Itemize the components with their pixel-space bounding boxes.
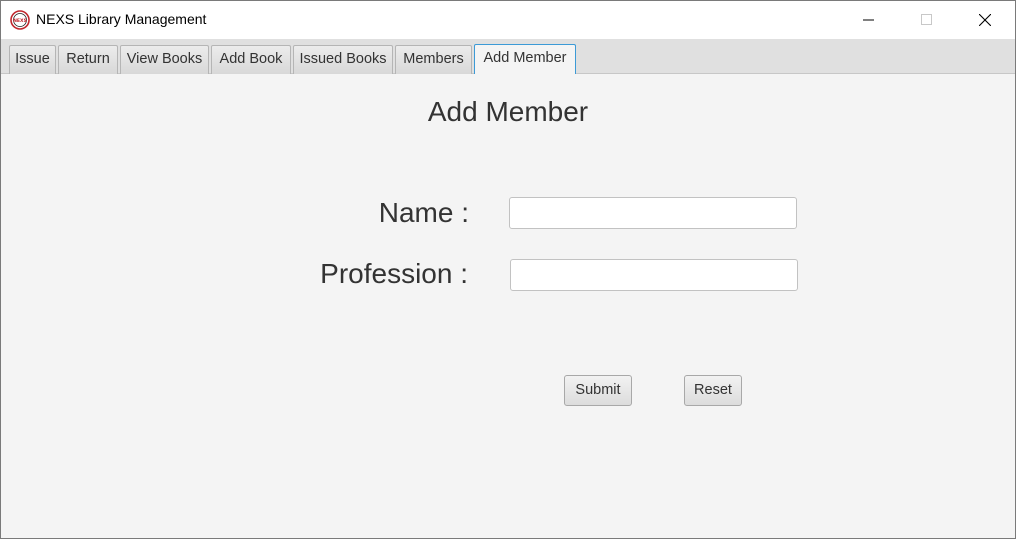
tab-bar: Issue Return View Books Add Book Issued … [1,39,1015,74]
name-input[interactable] [509,197,797,229]
app-logo-text: NEXS [13,18,27,24]
reset-button[interactable]: Reset [684,375,742,406]
tab-add-member[interactable]: Add Member [474,44,576,74]
tab-issue[interactable]: Issue [9,45,56,74]
tab-members[interactable]: Members [395,45,472,74]
minimize-icon [863,19,874,21]
page-title: Add Member [427,96,589,127]
tab-view-books[interactable]: View Books [120,45,209,74]
app-logo-icon: NEXS [10,10,30,30]
close-icon [979,14,991,26]
app-window: NEXS NEXS Library Management Issue Retur… [0,0,1016,539]
minimize-button[interactable] [846,1,892,39]
tab-return[interactable]: Return [58,45,118,74]
submit-button[interactable]: Submit [564,375,632,406]
maximize-icon [921,14,932,25]
tab-add-book[interactable]: Add Book [211,45,291,74]
maximize-button[interactable] [904,1,950,39]
profession-label: Profession : [320,258,468,289]
window-title: NEXS Library Management [36,11,207,27]
close-button[interactable] [962,1,1008,39]
profession-input[interactable] [510,259,798,291]
name-label: Name : [378,197,469,228]
tab-issued-books[interactable]: Issued Books [293,45,393,74]
title-bar[interactable]: NEXS NEXS Library Management [1,1,1015,39]
